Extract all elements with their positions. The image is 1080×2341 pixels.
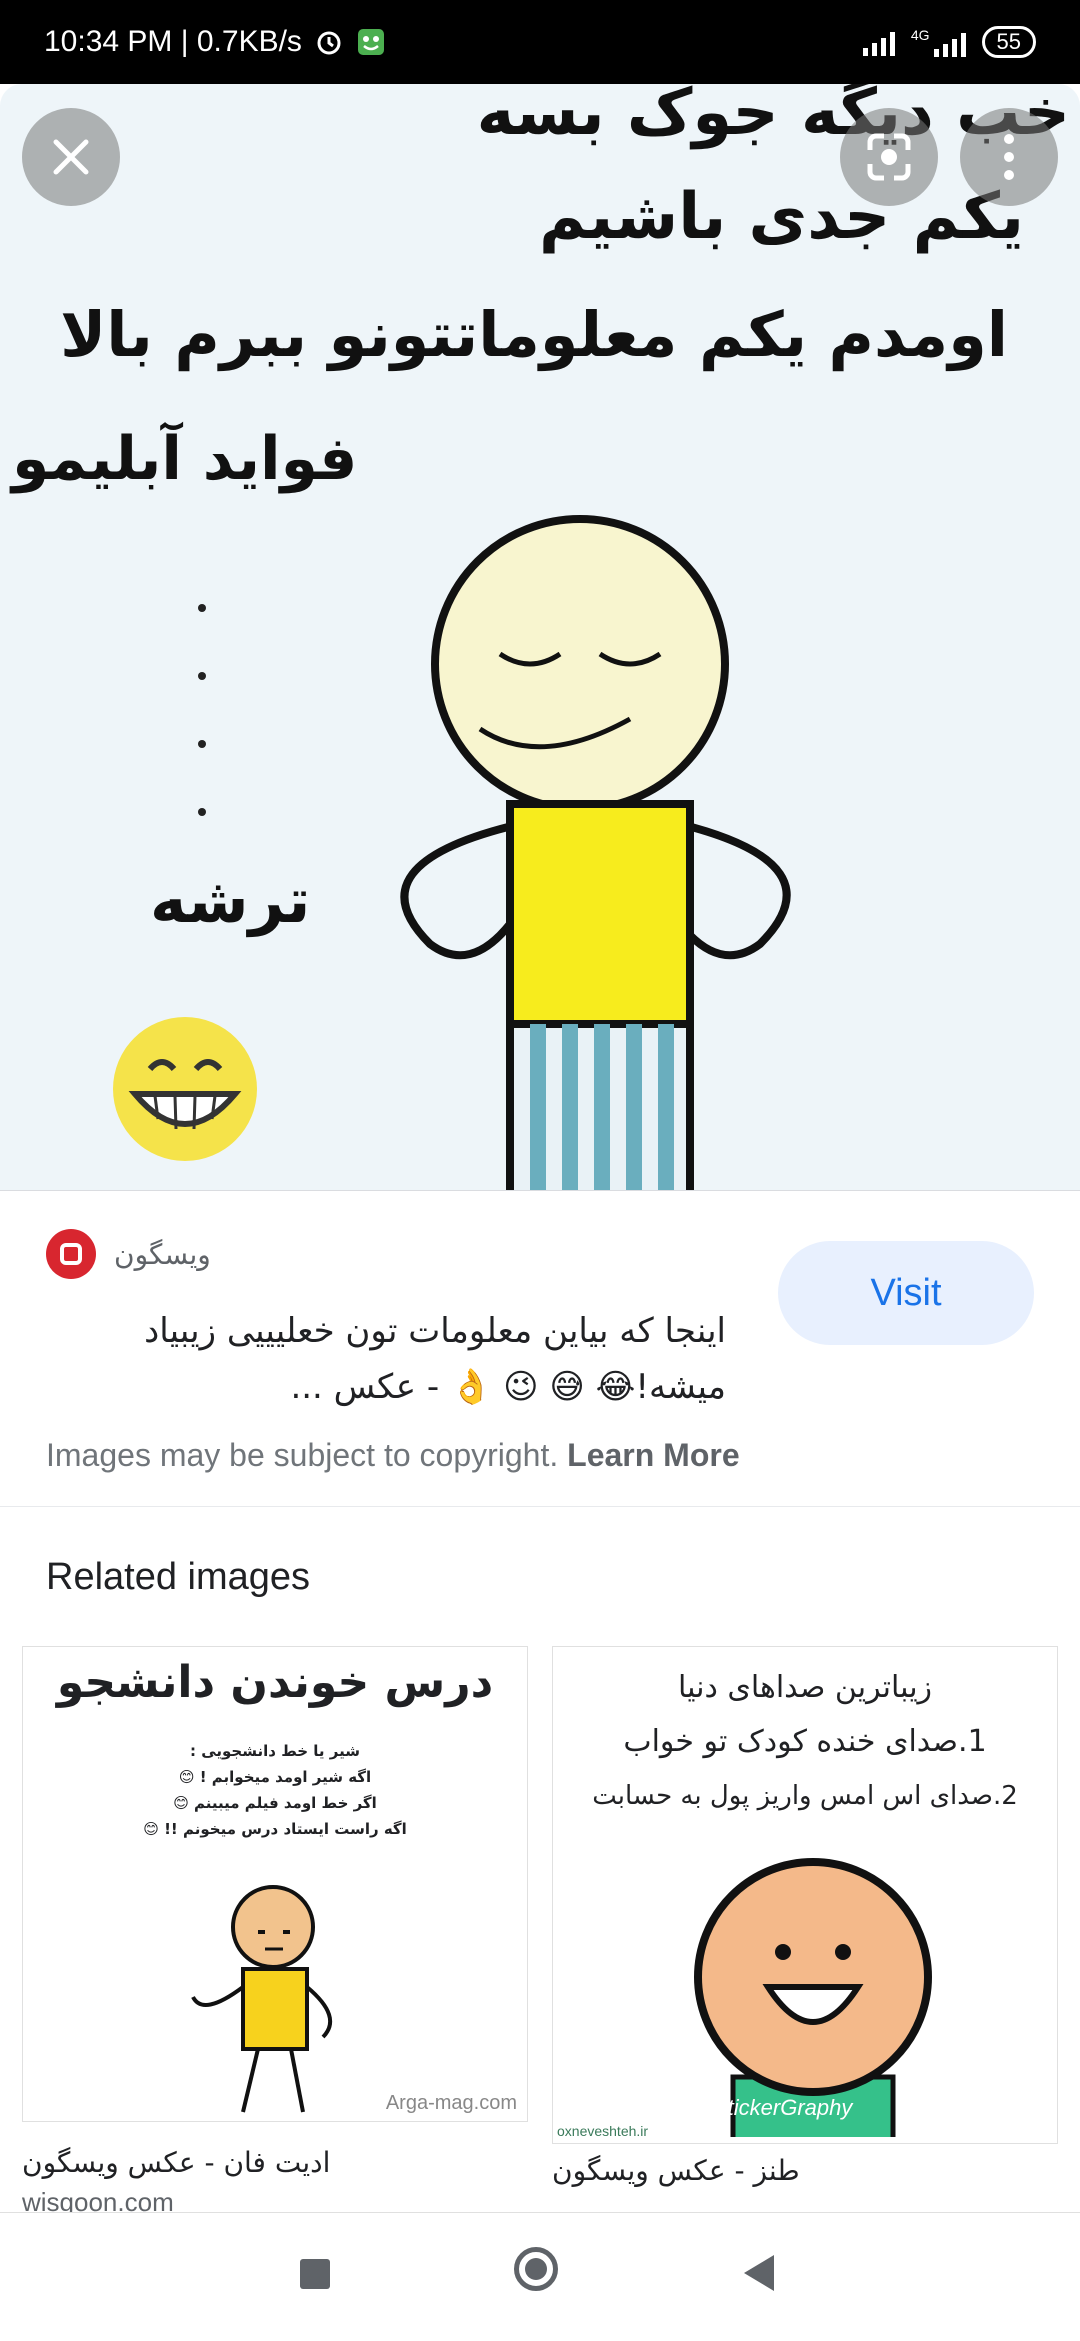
copyright-notice: Images may be subject to copyright. Lear… [46, 1437, 740, 1474]
thumb-watermark-2: oxneveshteh.ir [557, 2123, 649, 2139]
alarm-icon [317, 31, 341, 55]
thumb-line: شیر یا خط دانشجویی : [190, 1742, 360, 1760]
thumb-line: زیباترین صداهای دنیا [677, 1670, 933, 1705]
learn-more-link[interactable]: Learn More [567, 1437, 739, 1473]
related-thumbnail[interactable]: درس خوندن دانشجو شیر یا خط دانشجویی : اگ… [22, 1646, 528, 2122]
cartoon-character [400, 515, 791, 1190]
signal-icon-2 [933, 29, 966, 57]
back-button[interactable] [744, 2255, 774, 2291]
network-type: 4G [910, 27, 930, 43]
thumb-watermark: Arga-mag.com [385, 2092, 517, 2114]
close-button[interactable] [22, 108, 120, 206]
meme-line-3: اومدم یکم معلوماتتونو ببرم بالا [60, 298, 1008, 371]
thumb-line: 1.صدای خنده کودک تو خواب [623, 1724, 987, 1759]
cartoon-smiling-face [694, 1858, 932, 2137]
lens-search-button[interactable] [840, 108, 938, 206]
image-title[interactable]: اینجا که بیاین معلومات تون خعلیییی زیبیا… [46, 1303, 726, 1415]
thumb-line: اگر خط اومد فیلم میبینم 😊 [173, 1794, 377, 1812]
thumb-line: 2.صدای اس امس واریز پول به حسابت [592, 1781, 1018, 1811]
meme-line-5: ترشه [150, 864, 311, 937]
related-caption[interactable]: طنز - عکس ویسگون [552, 2154, 1058, 2187]
more-options-button[interactable] [960, 108, 1058, 206]
battery-level: 55 [996, 29, 1021, 54]
copyright-text: Images may be subject to copyright. [46, 1437, 559, 1473]
status-bar: 10:34 PM | 0.7KB/s 4G 55 [0, 0, 1080, 84]
site-name: ویسگون [114, 1237, 211, 1271]
related-image-card[interactable]: درس خوندن دانشجو شیر یا خط دانشجویی : اگ… [22, 1646, 528, 2218]
thumb-line: اگه شیر اومد میخوابم ! 😊 [178, 1768, 372, 1786]
dotted-line [198, 604, 206, 816]
image-info-panel: ویسگون اینجا که بیاین معلومات تون خعلییی… [0, 1190, 1080, 1507]
related-image-card[interactable]: زیباترین صداهای دنیا 1.صدای خنده کودک تو… [552, 1646, 1058, 2187]
close-icon [53, 139, 89, 175]
site-favicon-icon [46, 1229, 96, 1279]
app-notification-icon [357, 29, 384, 55]
more-vert-icon [1004, 134, 1014, 180]
thumb-title: درس خوندن دانشجو [56, 1657, 494, 1708]
related-thumbnail[interactable]: زیباترین صداهای دنیا 1.صدای خنده کودک تو… [552, 1646, 1058, 2144]
status-time-speed: 10:34 PM | 0.7KB/s [44, 25, 302, 58]
meme-line-2: یکم جدی باشیم [538, 180, 1024, 254]
home-button[interactable] [514, 2247, 558, 2291]
lens-icon [867, 133, 911, 181]
thumb-line: اگه راست ایستاد درس میخونم !! 😊 [143, 1820, 407, 1838]
signal-icon [862, 28, 895, 56]
thumb-text: شیر یا خط دانشجویی : اگه شیر اومد میخواب… [23, 1738, 527, 1842]
image-preview[interactable]: خب دیگه جوک بسه یکم جدی باشیم اومدم یکم … [0, 84, 1080, 1190]
cartoon-student [191, 1885, 333, 2113]
visit-button[interactable]: Visit [778, 1241, 1034, 1345]
related-images-heading: Related images [46, 1556, 311, 1598]
thumb-watermark: StickerGraphy [713, 2095, 853, 2120]
system-nav-bar [0, 2212, 1080, 2341]
source-site[interactable]: ویسگون [46, 1229, 211, 1279]
battery-icon: 55 [981, 26, 1036, 58]
laughing-emoji-icon [113, 1017, 257, 1161]
meme-line-4: فواید آبلیمو [12, 424, 358, 494]
related-caption[interactable]: ادیت فان - عکس ویسگون [22, 2146, 528, 2179]
recents-button[interactable] [300, 2259, 330, 2289]
thumb-text: زیباترین صداهای دنیا 1.صدای خنده کودک تو… [553, 1661, 1057, 1823]
